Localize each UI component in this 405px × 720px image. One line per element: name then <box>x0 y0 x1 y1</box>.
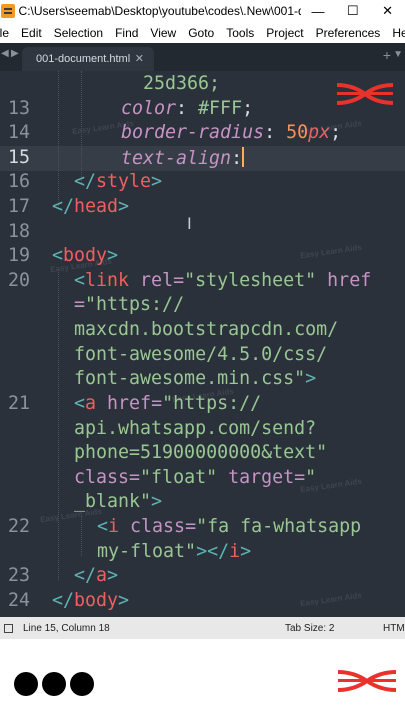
code-line: font-awesome.min.css"> <box>74 368 317 389</box>
code-line: _blank"> <box>74 491 163 512</box>
minimize-button[interactable]: — <box>301 0 336 22</box>
bottom-panel <box>0 639 405 720</box>
syntax-selector[interactable]: HTM <box>383 623 405 634</box>
line-number: 21 <box>7 393 30 414</box>
code-line: <a href="https:// <box>74 393 262 414</box>
code-line-active: text-align: <box>121 147 245 169</box>
title-bar: C:\Users\seemab\Desktop\youtube\codes\.N… <box>0 0 405 22</box>
code-line: </a> <box>74 565 119 586</box>
line-number: 16 <box>7 171 30 192</box>
channel-logo-icon <box>336 83 394 105</box>
code-line: <link rel="stylesheet" href <box>74 270 372 291</box>
line-number: 24 <box>7 590 30 611</box>
code-line: api.whatsapp.com/send? <box>74 418 317 439</box>
code-line: </head> <box>52 196 130 217</box>
new-tab-icon[interactable]: + <box>383 47 391 63</box>
dot-icon <box>70 672 94 696</box>
tab-nav-left-icon[interactable]: ◀ <box>1 48 9 59</box>
tab-label: 001-document.html <box>36 53 131 65</box>
menu-tools[interactable]: Tools <box>220 26 260 40</box>
status-bar: Line 15, Column 18 Tab Size: 2 HTM <box>0 617 405 639</box>
mouse-ibeam-cursor-icon: I <box>187 214 192 233</box>
tab-nav-right-icon[interactable]: ▶ <box>11 48 19 59</box>
indent-guide <box>58 269 59 581</box>
menu-edit[interactable]: Edit <box>15 26 48 40</box>
watermark: Easy Learn Aids <box>299 242 363 261</box>
indent-guide <box>81 516 82 556</box>
code-line: </style> <box>74 171 163 192</box>
menu-selection[interactable]: Selection <box>48 26 109 40</box>
line-number: 23 <box>7 565 30 586</box>
menu-view[interactable]: View <box>144 26 182 40</box>
tab-001-document[interactable]: 001-document.html ✕ <box>22 47 154 71</box>
line-number-active: 15 <box>7 147 30 168</box>
menu-find[interactable]: Find <box>109 26 144 40</box>
tab-size-selector[interactable]: Tab Size: 2 <box>285 623 383 634</box>
code-line: color: #FFF; <box>121 98 254 119</box>
sublime-text-icon <box>1 4 15 18</box>
line-number: 19 <box>7 245 30 266</box>
menu-bar: ile Edit Selection Find View Goto Tools … <box>0 22 405 43</box>
code-line: </body> <box>52 590 130 611</box>
text-cursor <box>242 147 245 167</box>
channel-logo-icon <box>337 670 397 692</box>
maximize-button[interactable]: ☐ <box>335 0 370 22</box>
line-number: 18 <box>7 221 30 242</box>
window-title: C:\Users\seemab\Desktop\youtube\codes\.N… <box>18 4 301 18</box>
code-line: phone=51900000000&text" <box>74 442 328 463</box>
watermark: Easy Learn Aids <box>299 590 363 609</box>
menu-help[interactable]: Help <box>386 26 405 40</box>
tab-bar: ◀ ▶ 001-document.html ✕ + ▼ <box>0 43 405 71</box>
line-number: 17 <box>7 196 30 217</box>
line-number: 22 <box>7 516 30 537</box>
panel-toggle-icon[interactable] <box>4 623 13 633</box>
code-line: 25d366; <box>143 73 221 94</box>
menu-goto[interactable]: Goto <box>182 26 220 40</box>
code-line: class="float" target=" <box>74 467 317 488</box>
dot-icon <box>14 672 38 696</box>
line-number: 14 <box>7 122 30 143</box>
cursor-position: Line 15, Column 18 <box>23 622 110 634</box>
code-line: ="https:// <box>74 294 185 315</box>
code-editor[interactable]: Easy Learn Aids Easy Learn Aids Easy Lea… <box>0 71 405 617</box>
close-window-button[interactable]: ✕ <box>370 0 405 22</box>
tab-overflow-icon[interactable]: ▼ <box>393 49 403 60</box>
code-line: font-awesome/4.5.0/css/ <box>74 344 328 365</box>
code-line: maxcdn.bootstrapcdn.com/ <box>74 319 339 340</box>
tab-close-icon[interactable]: ✕ <box>135 52 144 65</box>
code-line: <body> <box>52 245 119 266</box>
code-line: border-radius: 50px; <box>121 122 342 143</box>
menu-project[interactable]: Project <box>260 26 309 40</box>
code-line: <i class="fa fa-whatsapp <box>97 516 362 537</box>
indent-guide <box>58 71 59 208</box>
menu-file[interactable]: ile <box>0 26 15 40</box>
dot-icon <box>42 672 66 696</box>
code-line: my-float"></i> <box>97 541 252 562</box>
menu-preferences[interactable]: Preferences <box>310 26 387 40</box>
line-number: 20 <box>7 270 30 291</box>
line-number: 13 <box>7 98 30 119</box>
